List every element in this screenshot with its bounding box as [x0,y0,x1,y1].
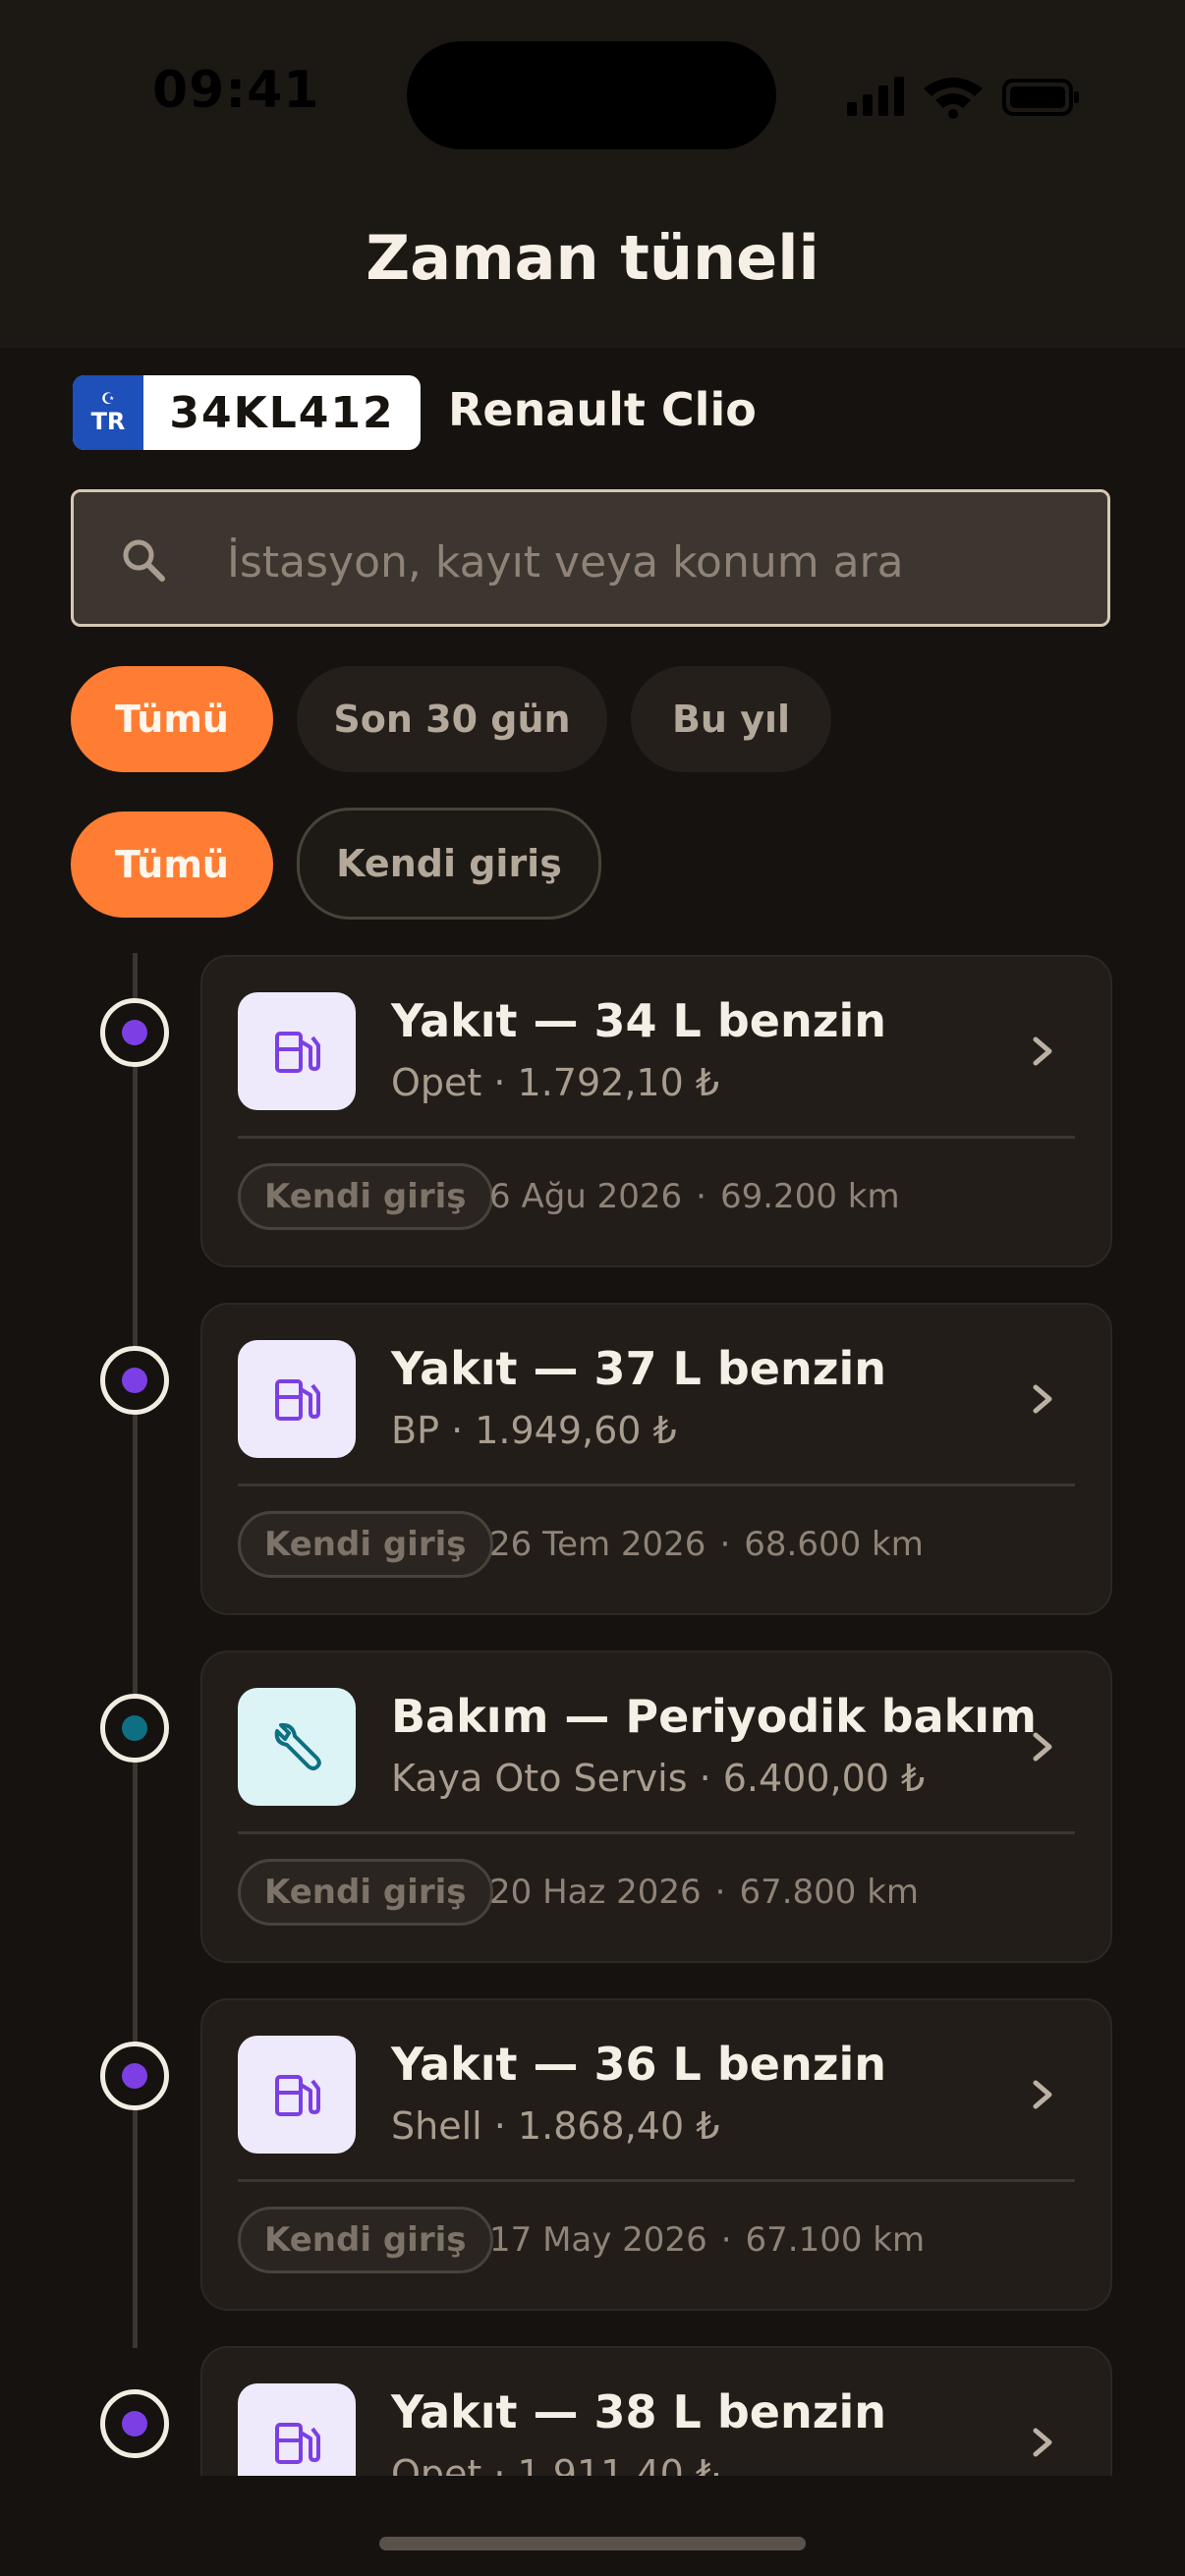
filter-source-manual-entry[interactable]: Kendi giriş [297,808,601,920]
timeline-node [100,998,169,1067]
entry-title: Yakıt — 34 L benzin [391,994,887,1047]
timeline-card[interactable]: Yakıt — 37 L benzin BP · 1.949,60 ₺ Kend… [200,1303,1112,1615]
search-icon [123,539,165,582]
fuel-icon-box [238,1340,356,1458]
page-title: Zaman tüneli [366,222,819,294]
fuel-pump-icon [275,2423,320,2464]
plate-country-band: ☪ TR [73,375,143,450]
chevron-right-icon [1033,2428,1052,2457]
plate-number: 34KL412 [169,387,395,438]
entry-title: Yakıt — 38 L benzin [391,2385,887,2438]
entry-meta: 17 May 2026 · 67.100 km [489,2220,926,2260]
filter-period-this-year[interactable]: Bu yıl [631,666,831,772]
filter-period-all[interactable]: Tümü [71,666,273,772]
signal-icon [847,77,904,116]
wrench-icon [274,1722,321,1770]
entry-date: 17 May 2026 [489,2220,707,2260]
fuel-icon-box [238,992,356,1110]
battery-icon [1002,79,1079,116]
entry-odometer: 67.100 km [745,2220,926,2260]
entry-subtitle: BP · 1.949,60 ₺ [391,1409,677,1452]
timeline-node [100,2042,169,2110]
timeline-node [100,2389,169,2458]
timeline-node [100,1694,169,1763]
search-input[interactable] [225,522,1074,602]
crescent-star-icon: ☪ [100,389,116,408]
search-box[interactable] [71,489,1110,627]
chevron-right-icon [1033,1036,1052,1066]
chevron-right-icon [1033,1732,1052,1762]
dynamic-island [407,41,776,149]
fuel-pump-icon [275,1379,320,1421]
entry-subtitle: Shell · 1.868,40 ₺ [391,2104,720,2148]
license-plate: ☪ TR 34KL412 [73,375,421,450]
entry-subtitle: Opet · 1.911,40 ₺ [391,2452,720,2476]
entry-date: 26 Tem 2026 [489,1525,706,1564]
service-icon-box [238,1688,356,1806]
fuel-icon-box [238,2383,356,2476]
entry-odometer: 69.200 km [719,1177,900,1216]
entry-subtitle: Kaya Oto Servis · 6.400,00 ₺ [391,1757,926,1800]
source-tag: Kendi giriş [238,1511,493,1578]
source-tag: Kendi giriş [238,2207,493,2273]
entry-meta: 26 Tem 2026 · 68.600 km [489,1525,924,1564]
status-icons [847,77,1079,119]
status-time: 09:41 [152,61,320,120]
home-indicator[interactable] [379,2537,806,2550]
entry-meta: 6 Ağu 2026 · 69.200 km [489,1177,900,1216]
entry-odometer: 67.800 km [739,1873,920,1912]
status-bar: 09:41 Zaman tüneli [0,0,1185,348]
wifi-icon [924,78,983,119]
chevron-right-icon [1033,1384,1052,1414]
entry-title: Yakıt — 36 L benzin [391,2038,887,2091]
timeline-card[interactable]: Yakıt — 38 L benzin Opet · 1.911,40 ₺ [200,2346,1112,2476]
chevron-right-icon [1033,2080,1052,2109]
card-divider [238,2179,1075,2182]
entry-title: Yakıt — 37 L benzin [391,1342,887,1395]
entry-date: 6 Ağu 2026 [489,1177,683,1216]
timeline-card[interactable]: Yakıt — 34 L benzin Opet · 1.792,10 ₺ Ke… [200,955,1112,1267]
card-divider [238,1484,1075,1486]
card-divider [238,1136,1075,1139]
fuel-pump-icon [275,1032,320,1073]
entry-meta: 20 Haz 2026 · 67.800 km [489,1873,920,1912]
fuel-pump-icon [275,2075,320,2116]
vehicle-name: Renault Clio [448,383,757,436]
entry-date: 20 Haz 2026 [489,1873,702,1912]
timeline-card[interactable]: Bakım — Periyodik bakım Kaya Oto Servis … [200,1651,1112,1963]
card-divider [238,1831,1075,1834]
timeline-line [133,953,138,2348]
entry-subtitle: Opet · 1.792,10 ₺ [391,1061,720,1104]
timeline-list[interactable]: Yakıt — 34 L benzin Opet · 1.792,10 ₺ Ke… [0,953,1185,2476]
plate-country: TR [90,408,126,435]
timeline-node [100,1346,169,1415]
filter-source-all[interactable]: Tümü [71,812,273,918]
source-tag: Kendi giriş [238,1163,493,1230]
timeline-card[interactable]: Yakıt — 36 L benzin Shell · 1.868,40 ₺ K… [200,1998,1112,2311]
source-tag: Kendi giriş [238,1859,493,1926]
fuel-icon-box [238,2036,356,2154]
entry-odometer: 68.600 km [744,1525,924,1564]
entry-title: Bakım — Periyodik bakım [391,1690,1037,1743]
filter-period-last-30-days[interactable]: Son 30 gün [297,666,607,772]
